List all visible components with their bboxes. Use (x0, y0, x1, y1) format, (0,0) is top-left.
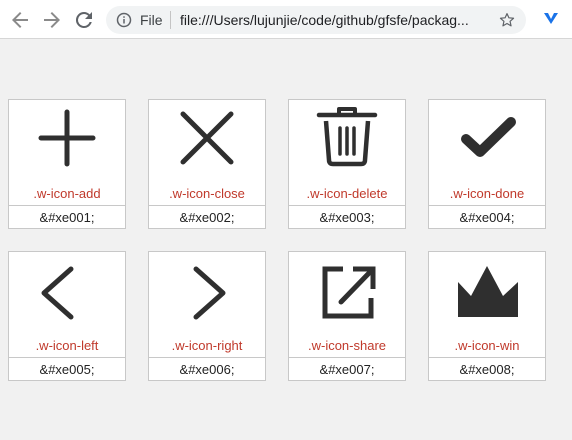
reload-icon (75, 11, 92, 28)
icon-class-name: .w-icon-win (429, 334, 545, 358)
icon-card-delete: .w-icon-delete &#xe003; (288, 99, 406, 229)
share-icon (322, 266, 376, 319)
crown-icon (458, 266, 518, 317)
info-icon[interactable] (116, 12, 132, 28)
extension-icon[interactable] (543, 10, 559, 26)
icon-card-add: .w-icon-add &#xe001; (8, 99, 126, 229)
icon-card-win: .w-icon-win &#xe008; (428, 251, 546, 381)
address-bar[interactable]: File file:///Users/lujunjie/code/github/… (106, 6, 526, 34)
back-arrow-icon (12, 12, 28, 28)
icon-unicode: &#xe008; (459, 362, 515, 377)
trash-icon (316, 107, 378, 167)
star-icon[interactable] (498, 11, 516, 29)
icon-unicode: &#xe001; (39, 210, 95, 225)
icon-card-right: .w-icon-right &#xe006; (148, 251, 266, 381)
icon-class-name: .w-icon-close (149, 182, 265, 206)
plus-icon (38, 109, 96, 167)
icon-unicode: &#xe002; (179, 210, 235, 225)
reload-button[interactable] (72, 8, 96, 32)
checkmark-icon (461, 117, 516, 157)
icon-class-name: .w-icon-done (429, 182, 545, 206)
forward-arrow-icon (44, 12, 60, 28)
icon-card-share: .w-icon-share &#xe007; (288, 251, 406, 381)
icon-class-name: .w-icon-left (9, 334, 125, 358)
browser-toolbar: File file:///Users/lujunjie/code/github/… (0, 0, 572, 39)
back-button[interactable] (8, 8, 32, 32)
icon-card-left: .w-icon-left &#xe005; (8, 251, 126, 381)
icon-card-done: .w-icon-done &#xe004; (428, 99, 546, 229)
icon-class-name: .w-icon-right (149, 334, 265, 358)
close-icon (180, 111, 234, 165)
forward-button[interactable] (40, 8, 64, 32)
url-text[interactable]: file:///Users/lujunjie/code/github/gfsfe… (180, 12, 469, 28)
icon-card-close: .w-icon-close &#xe002; (148, 99, 266, 229)
icon-class-name: .w-icon-delete (289, 182, 405, 206)
url-scheme-label: File (140, 12, 163, 28)
chevron-right-icon (193, 266, 226, 320)
icon-unicode: &#xe006; (179, 362, 235, 377)
chevron-left-icon (41, 266, 74, 320)
icon-unicode: &#xe007; (319, 362, 375, 377)
icon-unicode: &#xe005; (39, 362, 95, 377)
icon-class-name: .w-icon-share (289, 334, 405, 358)
icon-class-name: .w-icon-add (9, 182, 125, 206)
icon-unicode: &#xe004; (459, 210, 515, 225)
icon-unicode: &#xe003; (319, 210, 375, 225)
address-divider (170, 11, 171, 29)
